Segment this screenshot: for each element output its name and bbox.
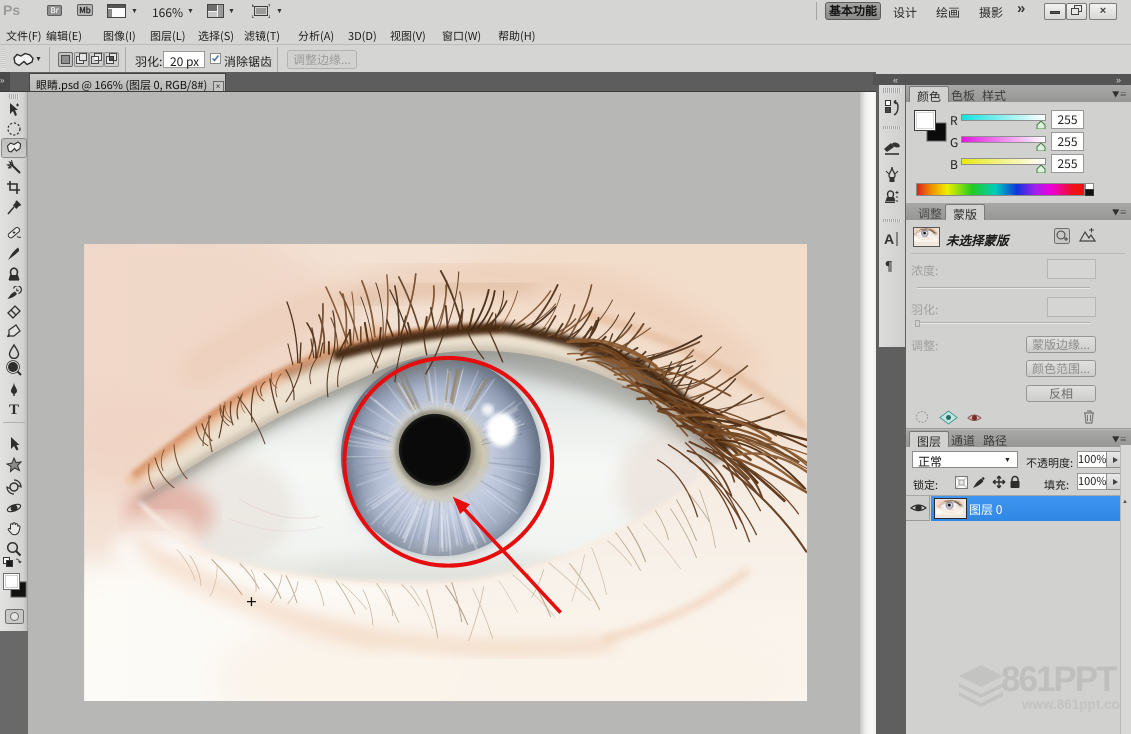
svg-text:T: T	[9, 402, 19, 417]
svg-text:¶: ¶	[885, 259, 893, 273]
svg-text:A: A	[884, 231, 894, 247]
